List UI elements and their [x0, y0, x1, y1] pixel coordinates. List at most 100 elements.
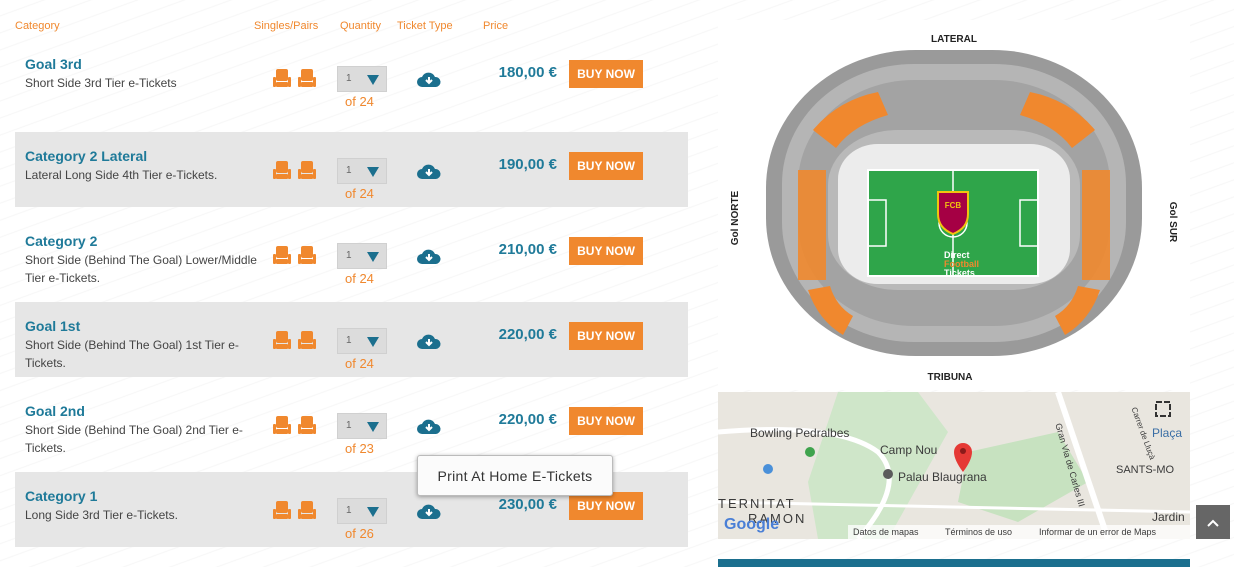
map-label-camp-nou: Camp Nou — [880, 443, 938, 457]
ticket-type-tooltip: Print At Home E-Tickets — [417, 455, 613, 496]
ticket-price: 220,00 € — [498, 326, 557, 343]
quantity-value: 1 — [346, 335, 352, 346]
ticket-row: Category 2 Short Side (Behind The Goal) … — [15, 217, 688, 292]
map-data-link[interactable]: Datos de mapas — [853, 527, 919, 537]
ticket-row: Goal 1st Short Side (Behind The Goal) 1s… — [15, 302, 688, 377]
map-report-link[interactable]: Informar de un error de Maps — [1039, 527, 1156, 537]
singles-pairs-indicator — [272, 245, 320, 267]
chevron-down-icon — [367, 507, 379, 517]
seat-icon — [273, 416, 291, 434]
chevron-down-icon — [367, 75, 379, 85]
ticket-price: 190,00 € — [498, 156, 557, 173]
quantity-available: of 24 — [345, 356, 374, 371]
fullscreen-icon — [1155, 401, 1171, 417]
quantity-select[interactable]: 1 — [337, 66, 387, 92]
table-header: Category Singles/Pairs Quantity Ticket T… — [0, 20, 700, 36]
cloud-download-icon[interactable] — [416, 332, 442, 352]
header-singles-pairs: Singles/Pairs — [254, 20, 319, 32]
seat-icon — [273, 161, 291, 179]
chevron-up-icon — [1207, 519, 1219, 527]
quantity-value: 1 — [346, 250, 352, 261]
quantity-value: 1 — [346, 505, 352, 516]
category-name: Goal 2nd — [25, 403, 85, 419]
ticket-row: Goal 3rd Short Side 3rd Tier e-Tickets 1… — [15, 40, 688, 115]
watermark-text-3: Tickets — [944, 268, 975, 278]
category-name: Category 2 Lateral — [25, 148, 148, 164]
seat-icon — [298, 331, 316, 349]
chevron-down-icon — [367, 167, 379, 177]
seat-icon — [298, 161, 316, 179]
category-description: Short Side (Behind The Goal) Lower/Middl… — [25, 253, 257, 285]
buy-now-button[interactable]: BUY NOW — [569, 152, 643, 180]
map-label-palau: Palau Blaugrana — [898, 470, 987, 484]
map-terms-link[interactable]: Términos de uso — [945, 527, 1012, 537]
map-footer: Datos de mapas Términos de uso Informar … — [848, 525, 1190, 539]
cloud-download-icon[interactable] — [416, 70, 442, 90]
category-description: Lateral Long Side 4th Tier e-Tickets. — [25, 168, 218, 182]
stand-label-tribuna: TRIBUNA — [928, 372, 973, 383]
cloud-download-icon[interactable] — [416, 502, 442, 522]
header-quantity: Quantity — [340, 20, 381, 32]
crest-text: FCB — [945, 201, 962, 210]
seat-icon — [273, 331, 291, 349]
seat-icon — [298, 416, 316, 434]
map-label-sants: SANTS-MO — [1116, 464, 1175, 476]
quantity-select[interactable]: 1 — [337, 498, 387, 524]
seat-icon — [273, 69, 291, 87]
buy-now-button[interactable]: BUY NOW — [569, 60, 643, 88]
ticket-row: Goal 2nd Short Side (Behind The Goal) 2n… — [15, 387, 688, 462]
seat-icon — [298, 69, 316, 87]
map-label-eternitat: TERNITAT — [718, 496, 796, 511]
quantity-available: of 24 — [345, 271, 374, 286]
quantity-available: of 26 — [345, 526, 374, 541]
chevron-down-icon — [367, 252, 379, 262]
category-description: Short Side (Behind The Goal) 2nd Tier e-… — [25, 423, 243, 455]
category-name: Category 1 — [25, 488, 98, 504]
fcb-crest — [937, 191, 969, 236]
buy-now-button[interactable]: BUY NOW — [569, 322, 643, 350]
chevron-down-icon — [367, 422, 379, 432]
quantity-select[interactable]: 1 — [337, 243, 387, 269]
seat-icon — [273, 501, 291, 519]
ticket-price: 230,00 € — [498, 496, 557, 513]
scroll-to-top-button[interactable] — [1196, 505, 1230, 539]
sidebar-bottom-bar — [718, 559, 1190, 567]
singles-pairs-indicator — [272, 415, 320, 437]
quantity-available: of 24 — [345, 186, 374, 201]
cloud-download-icon[interactable] — [416, 417, 442, 437]
category-name: Goal 3rd — [25, 56, 82, 72]
map-label-bowling: Bowling Pedralbes — [750, 426, 850, 440]
ticket-row: Category 2 Lateral Lateral Long Side 4th… — [15, 132, 688, 207]
seat-icon — [298, 246, 316, 264]
header-category: Category — [15, 20, 60, 32]
quantity-select[interactable]: 1 — [337, 328, 387, 354]
quantity-value: 1 — [346, 165, 352, 176]
chevron-down-icon — [367, 337, 379, 347]
google-logo: Google — [724, 516, 780, 533]
category-description: Short Side 3rd Tier e-Tickets — [25, 76, 177, 90]
header-ticket-type: Ticket Type — [397, 20, 453, 32]
quantity-select[interactable]: 1 — [337, 413, 387, 439]
header-price: Price — [483, 20, 509, 32]
category-name: Goal 1st — [25, 318, 81, 334]
google-map[interactable]: Bowling Pedralbes Camp Nou Palau Blaugra… — [718, 392, 1190, 539]
cloud-download-icon[interactable] — [416, 247, 442, 267]
quantity-available: of 23 — [345, 441, 374, 456]
quantity-value: 1 — [346, 73, 352, 84]
map-label-placa: Plaça — [1152, 426, 1183, 440]
quantity-select[interactable]: 1 — [337, 158, 387, 184]
map-label-jardin: Jardin — [1152, 510, 1185, 524]
ticket-price: 220,00 € — [498, 411, 557, 428]
category-description: Long Side 3rd Tier e-Tickets. — [25, 508, 178, 522]
cloud-download-icon[interactable] — [416, 162, 442, 182]
category-description: Short Side (Behind The Goal) 1st Tier e-… — [25, 338, 239, 370]
ticket-price: 180,00 € — [498, 64, 557, 81]
singles-pairs-indicator — [272, 500, 320, 522]
seat-icon — [298, 501, 316, 519]
buy-now-button[interactable]: BUY NOW — [569, 407, 643, 435]
stand-label-lateral: LATERAL — [931, 34, 977, 45]
singles-pairs-indicator — [272, 160, 320, 182]
singles-pairs-indicator — [272, 68, 320, 90]
buy-now-button[interactable]: BUY NOW — [569, 237, 643, 265]
category-name: Category 2 — [25, 233, 98, 249]
